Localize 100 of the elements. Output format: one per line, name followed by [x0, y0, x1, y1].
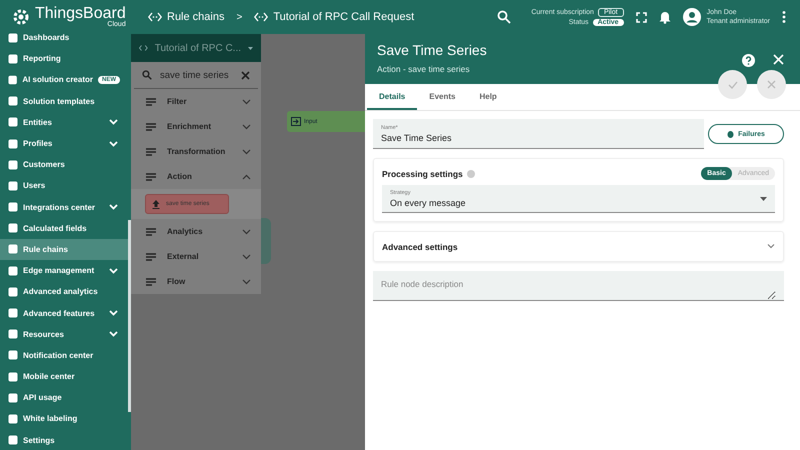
sidebar-item[interactable]: Advanced analytics	[0, 281, 128, 302]
tab[interactable]: Help	[467, 84, 509, 110]
chevron-down-icon	[767, 244, 775, 249]
category-icon	[145, 226, 157, 236]
upload-icon	[152, 200, 160, 208]
category-header[interactable]: Flow	[131, 269, 261, 294]
sidebar-item[interactable]: Users	[0, 175, 128, 196]
chevron-down-icon	[109, 310, 118, 316]
sidebar-item[interactable]: Integrations center	[0, 196, 128, 218]
chevron-down-icon	[109, 119, 118, 126]
nav-square-icon	[8, 160, 18, 170]
code-brackets-icon	[139, 43, 148, 53]
nav-square-icon	[8, 350, 18, 360]
category-icon	[145, 252, 157, 262]
sidebar-item[interactable]: Calculated fields	[0, 218, 128, 239]
nav-square-icon	[8, 329, 18, 340]
fullscreen-icon[interactable]	[636, 12, 647, 22]
breadcrumb-link[interactable]: Rule chains	[148, 11, 224, 23]
category-icon	[145, 122, 157, 132]
check-icon	[728, 80, 738, 88]
avatar-icon[interactable]	[682, 8, 701, 26]
more-icon[interactable]	[782, 11, 786, 23]
sidebar-item[interactable]: Mobile center	[0, 366, 128, 388]
apply-button[interactable]	[718, 70, 747, 99]
chevron-down-icon	[242, 254, 251, 260]
nav-square-icon	[8, 414, 18, 424]
rule-chain-selector[interactable]: Tutorial of RPC C...	[131, 34, 261, 62]
caret-icon	[760, 196, 767, 200]
panel-title: Save Time Series	[377, 42, 488, 58]
chevron-down-icon	[109, 268, 118, 274]
chevron-down-icon	[242, 98, 251, 104]
nav-square-icon	[8, 286, 18, 297]
info-icon	[466, 170, 475, 178]
panel-subtitle: Action - save time series	[377, 64, 471, 74]
search-icon[interactable]	[497, 10, 512, 24]
category-icon	[145, 146, 157, 156]
category-icon	[145, 276, 157, 286]
category-icon	[145, 172, 157, 182]
code-brackets-icon	[254, 12, 268, 22]
login-icon	[291, 117, 301, 126]
category-header[interactable]: Filter	[131, 89, 261, 114]
sidebar-item[interactable]: Advanced features	[0, 302, 128, 324]
chevron-down-icon	[109, 204, 118, 210]
cancel-button[interactable]	[757, 70, 786, 99]
sidebar-item[interactable]: Settings	[0, 430, 128, 450]
sidebar-item[interactable]: Resources	[0, 324, 128, 345]
tab[interactable]: Events	[417, 84, 468, 110]
chevron-down-icon	[242, 148, 251, 154]
description-field[interactable]: Rule node description	[373, 271, 784, 301]
nav-square-icon	[8, 308, 18, 318]
nav-square-icon	[8, 117, 18, 128]
bell-icon[interactable]	[658, 10, 671, 24]
nav-square-icon	[8, 223, 18, 234]
sidebar-item[interactable]: Profiles	[0, 132, 128, 154]
brand-name: ThingsBoard	[35, 6, 126, 22]
search-field[interactable]: save time series	[134, 62, 258, 89]
sidebar-item[interactable]: Reporting	[0, 48, 128, 70]
nav-square-icon	[8, 392, 18, 403]
sidebar-item[interactable]: Customers	[0, 154, 128, 176]
panel-toggle-handle[interactable]	[261, 218, 271, 264]
caret-icon	[248, 46, 253, 50]
category-header[interactable]: Analytics	[131, 219, 261, 244]
breadcrumb-separator: >	[236, 12, 242, 22]
nav-square-icon	[8, 74, 18, 85]
chevron-up-icon	[242, 174, 251, 180]
nav-square-icon	[8, 32, 18, 43]
sidebar-item[interactable]: Notification center	[0, 344, 128, 366]
nav-square-icon	[8, 202, 18, 212]
category-header[interactable]: External	[131, 244, 261, 269]
advanced-settings-panel[interactable]: Advanced settings	[373, 231, 784, 262]
close-icon	[767, 80, 776, 89]
close-icon[interactable]	[241, 70, 250, 80]
sidebar-item[interactable]: White labeling	[0, 408, 128, 430]
nav-square-icon	[8, 54, 18, 64]
category-header[interactable]: Transformation	[131, 139, 261, 164]
sidebar-item[interactable]: Rule chains	[0, 238, 128, 260]
category-header[interactable]: Action	[131, 164, 261, 189]
nav-square-icon	[8, 372, 18, 382]
tab[interactable]: Details	[367, 84, 418, 110]
sidebar-item[interactable]: Edge management	[0, 260, 128, 282]
nav-square-icon	[8, 435, 18, 446]
chevron-down-icon	[242, 278, 251, 284]
help-icon[interactable]	[742, 54, 755, 67]
sidebar-item[interactable]: Solution templates	[0, 90, 128, 112]
sidebar-item[interactable]: API usage	[0, 387, 128, 408]
category-icon	[145, 96, 157, 106]
nav-square-icon	[8, 244, 18, 254]
sidebar-item[interactable]: Dashboards	[0, 27, 128, 48]
chevron-down-icon	[242, 124, 251, 130]
chevron-down-icon	[242, 228, 251, 234]
sidebar-item[interactable]: Entities	[0, 112, 128, 133]
category-header[interactable]: Enrichment	[131, 114, 261, 139]
nav-square-icon	[8, 180, 18, 191]
chevron-down-icon	[109, 140, 118, 147]
nav-square-icon	[8, 138, 18, 149]
nav-square-icon	[8, 266, 18, 276]
nav-square-icon	[8, 96, 18, 106]
code-brackets-icon	[148, 12, 162, 22]
search-icon	[142, 70, 152, 80]
breadcrumb-link[interactable]: Tutorial of RPC Call Request	[254, 11, 414, 23]
